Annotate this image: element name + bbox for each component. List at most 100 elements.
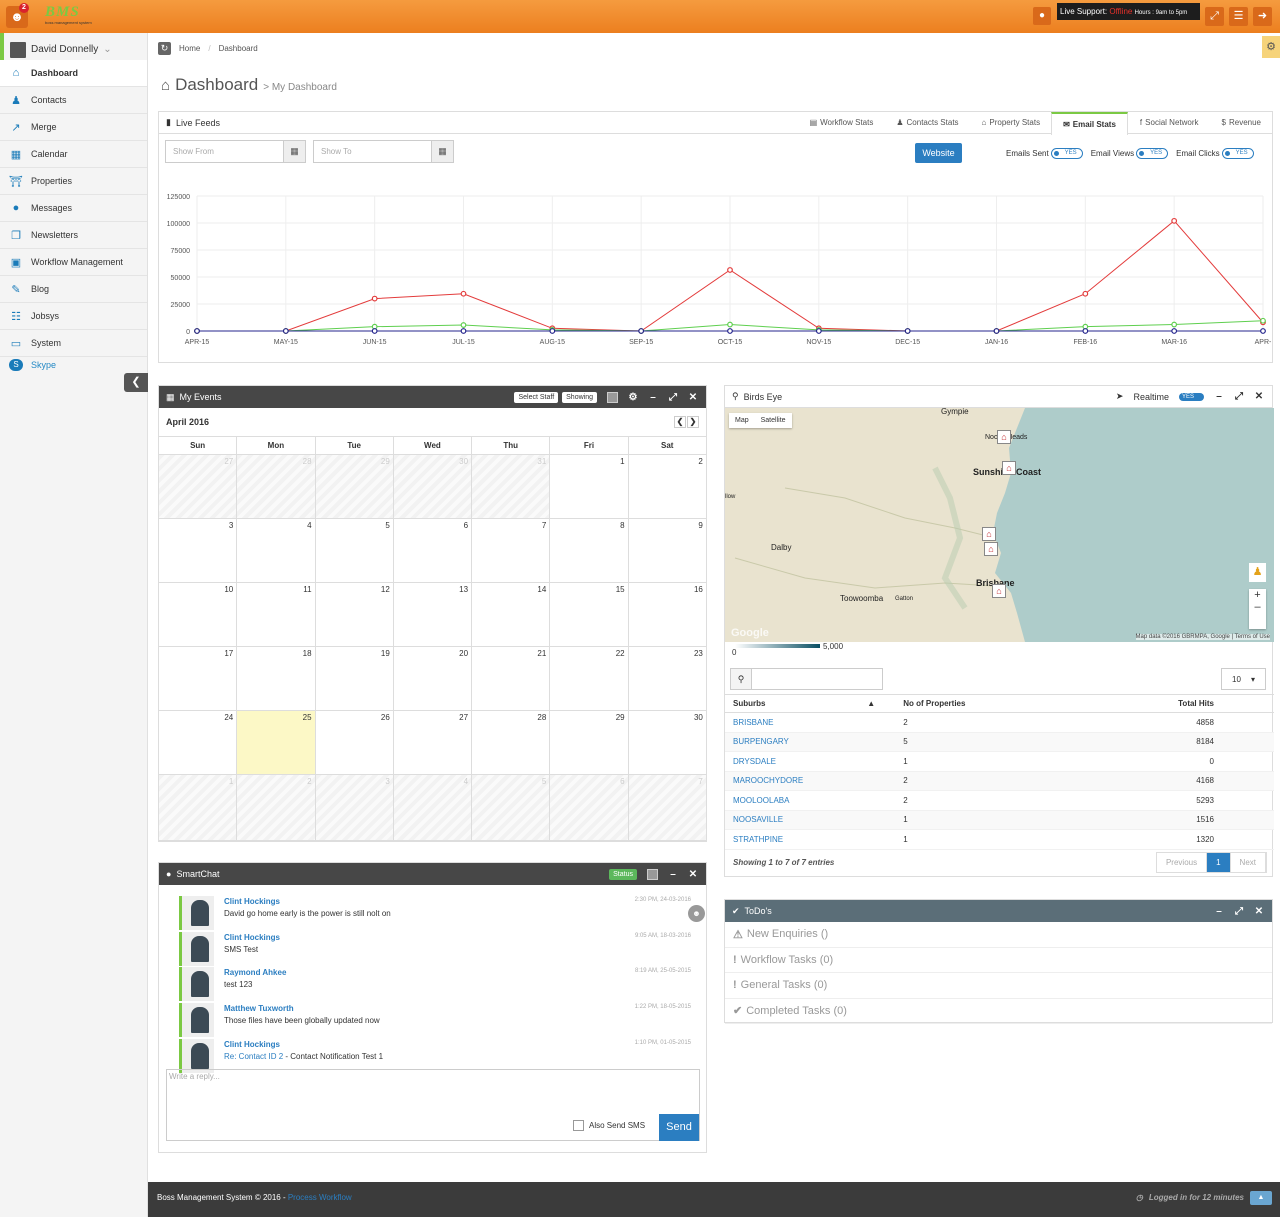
map-type-satellite[interactable]: Satellite: [755, 413, 792, 428]
column-header-suburbs[interactable]: Suburbs ▲: [725, 694, 896, 713]
data-point[interactable]: [460, 290, 467, 297]
calendar-day[interactable]: 6: [393, 519, 473, 583]
calendar-day[interactable]: 7: [472, 519, 551, 583]
data-point[interactable]: [993, 328, 1000, 334]
realtime-toggle[interactable]: YES: [1178, 392, 1204, 401]
suburb-cell[interactable]: STRATHPINE: [725, 829, 896, 850]
calendar-day[interactable]: 27: [159, 455, 238, 519]
calendar-day[interactable]: 29: [315, 455, 394, 519]
calendar-day[interactable]: 1: [159, 775, 238, 841]
property-marker-icon[interactable]: ⌂: [1002, 461, 1016, 475]
suburb-cell[interactable]: DRYSDALE: [725, 751, 896, 772]
chat-link[interactable]: Re: Contact ID 2: [224, 1052, 283, 1061]
chat-message[interactable]: Matthew Tuxworth Those files have been gl…: [179, 1003, 691, 1038]
calendar-day[interactable]: 31: [472, 455, 551, 519]
calendar-day[interactable]: 24: [159, 711, 238, 775]
property-marker-icon[interactable]: ⌂: [982, 527, 996, 541]
data-point[interactable]: [815, 328, 822, 334]
suburb-cell[interactable]: BURPENGARY: [725, 732, 896, 752]
table-row[interactable]: MOOLOOLABA 2 5293: [725, 790, 1274, 811]
calendar-icon[interactable]: ▦: [283, 141, 305, 162]
prev-page-button[interactable]: Previous: [1157, 853, 1208, 872]
data-point[interactable]: [282, 328, 289, 334]
chat-sender[interactable]: Clint Hockings: [224, 1040, 280, 1049]
data-point[interactable]: [904, 328, 911, 334]
website-button[interactable]: Website: [915, 143, 962, 163]
close-icon[interactable]: ✕: [688, 869, 698, 880]
calendar-day[interactable]: 27: [393, 711, 473, 775]
data-point[interactable]: [727, 267, 733, 273]
table-row[interactable]: DRYSDALE 1 0: [725, 751, 1274, 772]
chat-sender[interactable]: Clint Hockings: [224, 933, 280, 942]
data-point[interactable]: [371, 295, 378, 302]
show-from-input[interactable]: Show From ▦: [165, 140, 306, 163]
minimize-icon[interactable]: –: [1214, 391, 1224, 402]
sidebar-item-workflow[interactable]: ▣ Workflow Management: [0, 249, 147, 276]
calendar-icon[interactable]: ▦: [431, 141, 453, 162]
chat-sender[interactable]: Clint Hockings: [224, 897, 280, 906]
status-dropdown[interactable]: Status: [609, 868, 637, 880]
column-header-hits[interactable]: Total Hits: [1048, 694, 1274, 713]
sms-checkbox[interactable]: [573, 1120, 584, 1131]
calendar-day[interactable]: 7: [628, 775, 707, 841]
data-point[interactable]: [460, 328, 467, 334]
todo-workflow-tasks[interactable]: ! Workflow Tasks (0): [725, 948, 1272, 973]
data-point[interactable]: [727, 321, 733, 328]
scroll-top-button[interactable]: ▲: [1250, 1191, 1272, 1205]
calendar-day[interactable]: 4: [237, 519, 316, 583]
sidebar-item-properties[interactable]: ⛩ Properties: [0, 168, 147, 195]
data-point[interactable]: [727, 328, 733, 334]
close-icon[interactable]: ✕: [1254, 391, 1264, 402]
sidebar-item-newsletters[interactable]: ❐ Newsletters: [0, 222, 147, 249]
showing-dropdown[interactable]: Showing: [562, 391, 597, 403]
calendar-day[interactable]: 2: [237, 775, 316, 841]
calendar-day[interactable]: 26: [315, 711, 394, 775]
calendar-day[interactable]: 3: [315, 775, 394, 841]
tab-property-stats[interactable]: ⌂ Property Stats: [970, 112, 1052, 134]
todo-general-tasks[interactable]: ! General Tasks (0): [725, 973, 1272, 999]
minimize-icon[interactable]: –: [1214, 906, 1224, 917]
calendar-day[interactable]: 20: [393, 647, 473, 711]
minimize-icon[interactable]: –: [648, 392, 658, 403]
minimize-icon[interactable]: –: [668, 869, 678, 880]
email-clicks-toggle[interactable]: Email Clicks YES: [1176, 148, 1254, 159]
table-search[interactable]: ⚲: [730, 668, 883, 690]
data-point[interactable]: [460, 322, 467, 328]
table-row[interactable]: NOOSAVILLE 1 1516: [725, 810, 1274, 830]
expand-icon[interactable]: ⤢: [1234, 906, 1244, 917]
data-point[interactable]: [549, 328, 556, 334]
chat-message[interactable]: Clint Hockings David go home early is the…: [179, 896, 691, 930]
calendar-day[interactable]: 2: [628, 455, 707, 519]
menu-icon[interactable]: ☰: [1229, 7, 1248, 26]
chevron-right-icon[interactable]: ❯: [687, 416, 699, 428]
footer-link[interactable]: Process Workflow: [288, 1193, 352, 1202]
toggle-switch[interactable]: YES: [1050, 148, 1083, 159]
property-marker-icon[interactable]: ⌂: [997, 430, 1011, 444]
search-input[interactable]: [752, 668, 883, 690]
data-point[interactable]: [1260, 317, 1266, 324]
property-marker-icon[interactable]: ⌂: [984, 542, 998, 556]
suburb-cell[interactable]: MOOLOOLABA: [725, 790, 896, 811]
todo-completed-tasks[interactable]: ✔ Completed Tasks (0): [725, 999, 1272, 1024]
calendar-day[interactable]: 21: [472, 647, 551, 711]
calendar-day[interactable]: 23: [628, 647, 707, 711]
data-point[interactable]: [371, 328, 378, 334]
table-row[interactable]: MAROOCHYDORE 2 4168: [725, 771, 1274, 791]
calendar-day[interactable]: 6: [550, 775, 629, 841]
data-point[interactable]: [1171, 321, 1178, 328]
calendar-day[interactable]: 25: [237, 711, 316, 775]
todo-new-enquiries[interactable]: ⚠ New Enquiries (): [725, 922, 1272, 948]
zoom-control[interactable]: + –: [1249, 589, 1266, 629]
data-point[interactable]: [1260, 328, 1266, 334]
property-marker-icon[interactable]: ⌂: [992, 584, 1006, 598]
calendar-day[interactable]: 14: [472, 583, 551, 647]
sidebar-item-dashboard[interactable]: ⌂ Dashboard: [0, 60, 147, 87]
refresh-icon[interactable]: ↻: [158, 41, 171, 55]
also-send-sms[interactable]: Also Send SMS: [573, 1120, 645, 1131]
expand-icon[interactable]: ⤢: [668, 392, 678, 403]
calendar-day[interactable]: 28: [472, 711, 551, 775]
calendar-day[interactable]: 30: [393, 455, 473, 519]
chat-message[interactable]: Clint Hockings Re: Contact ID 2 - Contact…: [179, 1038, 691, 1073]
sidebar-item-messages[interactable]: ● Messages: [0, 195, 147, 222]
logout-icon[interactable]: ➜: [1253, 7, 1272, 26]
